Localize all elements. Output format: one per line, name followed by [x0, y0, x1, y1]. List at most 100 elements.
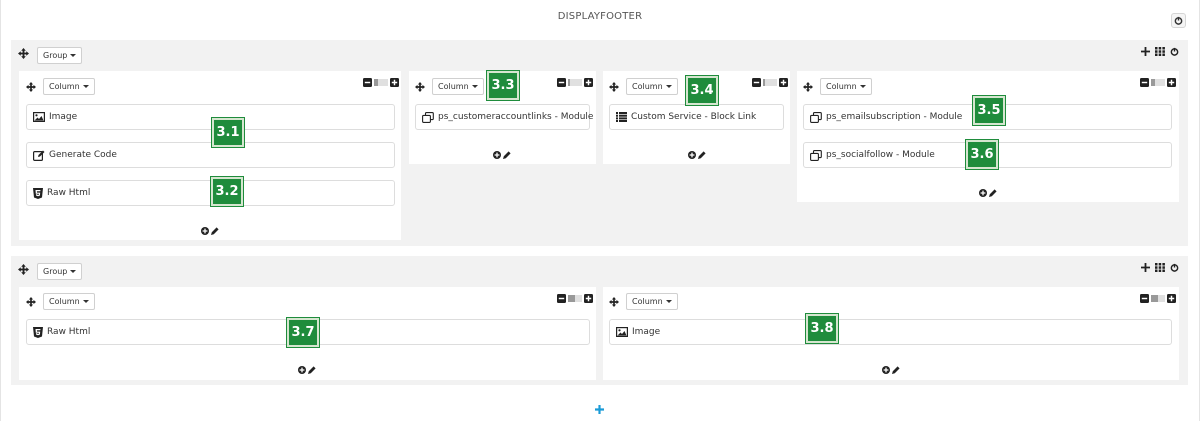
module-label: Raw Html [47, 188, 91, 198]
power-icon [1174, 16, 1183, 25]
width-bar-icon [568, 79, 582, 86]
column-add-edit [493, 151, 511, 159]
module-icon [422, 111, 434, 123]
pencil-icon[interactable] [503, 151, 511, 159]
power-icon[interactable] [1170, 263, 1179, 272]
column-dropdown-label: Column [632, 82, 663, 91]
html5-icon [33, 326, 43, 338]
power-toggle-button[interactable] [1171, 13, 1186, 28]
add-icon[interactable] [1141, 263, 1150, 272]
group-dropdown[interactable]: Group [37, 47, 83, 64]
annotation-badge: 3.1 [212, 118, 244, 147]
group-controls [1141, 263, 1179, 272]
column-width-controls [1140, 294, 1176, 303]
pencil-icon[interactable] [308, 366, 316, 374]
annotation-badge: 3.4 [686, 76, 718, 105]
move-icon[interactable] [26, 297, 36, 307]
column-dropdown-label: Column [438, 82, 469, 91]
module-image[interactable]: Image [609, 319, 1172, 345]
module-label: Raw Html [47, 327, 91, 337]
column-dropdown[interactable]: Column [626, 293, 678, 310]
annotation-badge: 3.3 [487, 71, 519, 100]
column-width-controls [557, 78, 593, 87]
move-icon[interactable] [18, 264, 29, 275]
module-label: ps_customeraccountlinks - Module [438, 112, 594, 122]
column-width-controls [557, 294, 593, 303]
hook-title: DISPLAYFOOTER [557, 11, 643, 22]
group-dropdown[interactable]: Group [37, 263, 83, 280]
annotation-badge: 3.8 [806, 314, 838, 343]
add-circle-icon[interactable] [493, 151, 501, 159]
column-dropdown[interactable]: Column [820, 78, 872, 95]
plus-square-icon[interactable] [584, 294, 593, 303]
module-label: Image [632, 327, 661, 337]
add-icon[interactable] [1141, 47, 1150, 56]
add-group-icon[interactable] [595, 405, 604, 414]
column-dropdown-label: Column [826, 82, 857, 91]
column-add-edit [688, 151, 706, 159]
plus-square-icon[interactable] [584, 78, 593, 87]
column-width-controls [752, 78, 788, 87]
plus-square-icon[interactable] [1167, 294, 1176, 303]
annotation-badge: 3.5 [973, 96, 1005, 125]
column-dropdown[interactable]: Column [43, 78, 95, 95]
module-label: Image [49, 112, 78, 122]
grid-icon[interactable] [1155, 47, 1165, 56]
pencil-icon[interactable] [892, 366, 900, 374]
module-generate-code[interactable]: Generate Code [26, 142, 395, 168]
pencil-icon[interactable] [698, 151, 706, 159]
group-controls [1141, 47, 1179, 56]
minus-square-icon[interactable] [1140, 78, 1149, 87]
module-label: Generate Code [49, 150, 117, 160]
minus-square-icon[interactable] [557, 294, 566, 303]
add-circle-icon[interactable] [979, 189, 987, 197]
group-dropdown-label: Group [43, 51, 68, 60]
list-icon [616, 112, 627, 122]
module-label: Custom Service - Block Link [631, 112, 757, 122]
move-icon[interactable] [415, 82, 425, 92]
column-dropdown[interactable]: Column [626, 78, 678, 95]
move-icon[interactable] [609, 297, 619, 307]
minus-square-icon[interactable] [1140, 294, 1149, 303]
minus-square-icon[interactable] [557, 78, 566, 87]
move-icon[interactable] [803, 82, 813, 92]
module-custom-service[interactable]: Custom Service - Block Link [609, 104, 784, 130]
plus-square-icon[interactable] [390, 78, 399, 87]
module-image[interactable]: Image [26, 104, 395, 130]
module-ps-customeraccountlinks[interactable]: ps_customeraccountlinks - Module [415, 104, 594, 130]
width-bar-icon [1151, 295, 1165, 302]
column-width-controls [1140, 78, 1176, 87]
minus-square-icon[interactable] [363, 78, 372, 87]
move-icon[interactable] [26, 82, 36, 92]
minus-square-icon[interactable] [752, 78, 761, 87]
column-dropdown-label: Column [49, 297, 80, 306]
add-circle-icon[interactable] [201, 227, 209, 235]
power-icon[interactable] [1170, 47, 1179, 56]
plus-square-icon[interactable] [1167, 78, 1176, 87]
pencil-icon[interactable] [211, 227, 219, 235]
width-bar-icon [763, 79, 777, 86]
image-icon [33, 112, 45, 122]
column-add-edit [201, 227, 219, 235]
annotation-badge: 3.2 [211, 177, 243, 206]
annotation-badge: 3.6 [966, 140, 998, 169]
column-add-edit [882, 366, 900, 374]
group-dropdown-label: Group [43, 267, 68, 276]
column-add-edit [979, 189, 997, 197]
annotation-badge: 3.7 [287, 318, 319, 347]
add-circle-icon[interactable] [882, 366, 890, 374]
move-icon[interactable] [609, 82, 619, 92]
width-bar-icon [568, 295, 582, 302]
add-circle-icon[interactable] [688, 151, 696, 159]
module-label: ps_socialfollow - Module [826, 150, 935, 160]
edit-icon [33, 150, 45, 161]
column-dropdown[interactable]: Column [432, 78, 484, 95]
pencil-icon[interactable] [989, 189, 997, 197]
grid-icon[interactable] [1155, 263, 1165, 272]
move-icon[interactable] [18, 48, 29, 59]
column-add-edit [298, 366, 316, 374]
plus-square-icon[interactable] [779, 78, 788, 87]
column-dropdown-label: Column [632, 297, 663, 306]
column-dropdown[interactable]: Column [43, 293, 95, 310]
add-circle-icon[interactable] [298, 366, 306, 374]
